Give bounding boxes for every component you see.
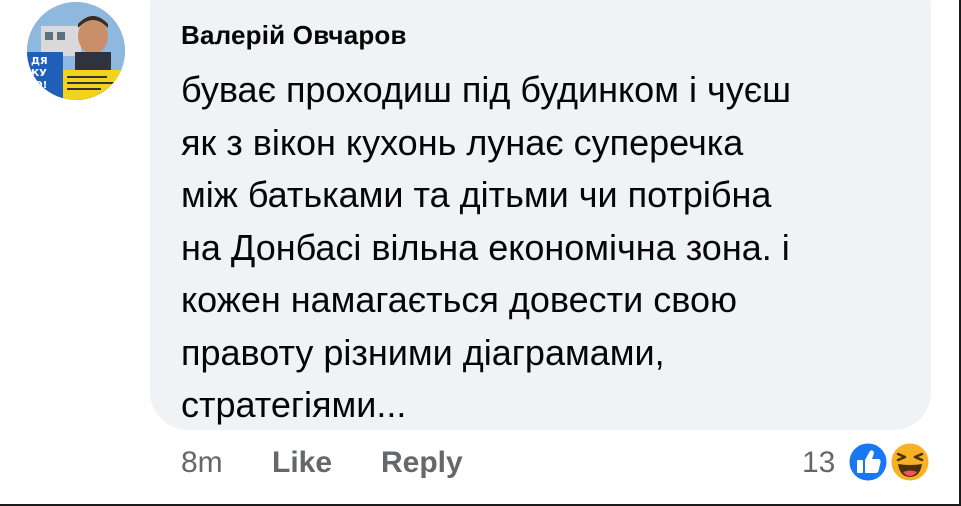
avatar-image: ДЯ КУ Ю! <box>27 2 125 100</box>
comment-text-line: стратегіями... <box>181 384 407 425</box>
avatar[interactable]: ДЯ КУ Ю! <box>27 2 125 100</box>
comment-author-name[interactable]: Валерій Овчаров <box>181 20 407 51</box>
reply-button[interactable]: Reply <box>381 443 463 483</box>
comment-timestamp[interactable]: 8m <box>181 443 223 483</box>
comment-text: буває проходиш під будинком і чуєш як з … <box>181 64 921 432</box>
comment-text-line: як з вікон кухонь лунає суперечка <box>181 121 744 163</box>
comment-text-line: кожен намагається довести свою <box>181 279 738 320</box>
haha-icon <box>888 440 932 484</box>
like-button[interactable]: Like <box>272 443 332 483</box>
comment-text-line: правоту різними діаграмами, <box>181 331 665 373</box>
reactions-summary[interactable] <box>846 440 936 484</box>
like-icon <box>846 440 890 484</box>
comment-text-line: між батьками та дітьми чи потрібна <box>181 174 772 215</box>
reaction-count[interactable]: 13 <box>802 443 835 483</box>
comment-text-line: буває проходиш під будинком і чуєш <box>181 69 791 110</box>
comment-text-line: на Донбасі вільна економічна зона. і <box>181 226 790 268</box>
svg-text:ДЯ: ДЯ <box>31 56 48 67</box>
